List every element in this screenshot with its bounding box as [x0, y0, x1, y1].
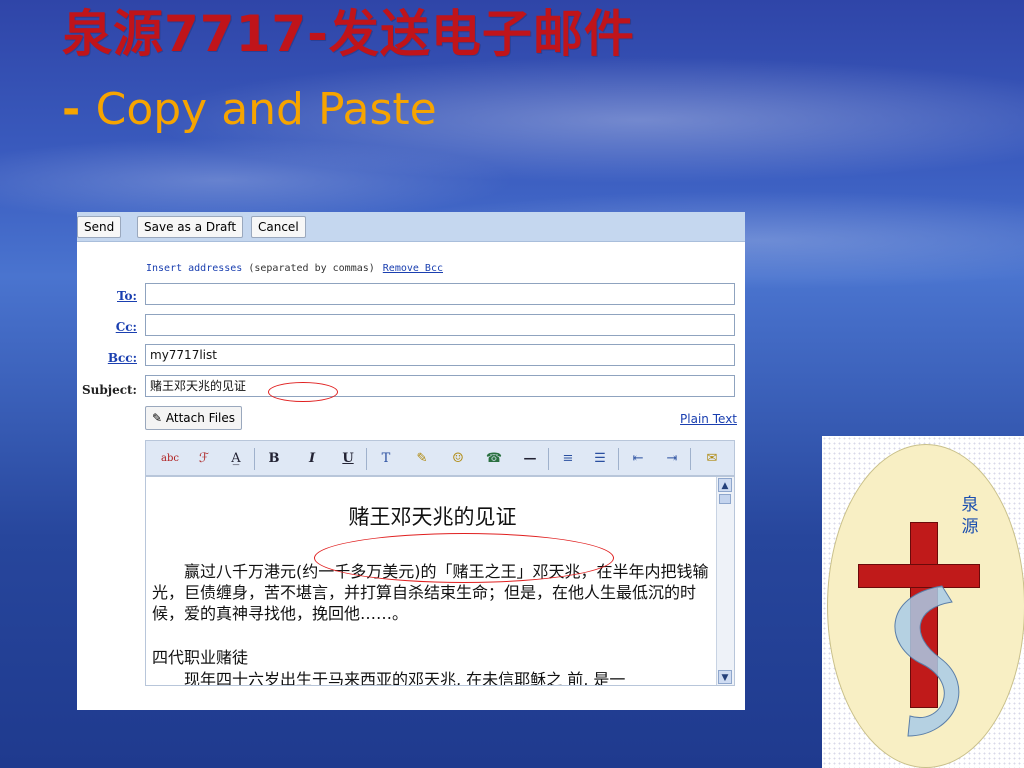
align-icon[interactable]: ≡	[558, 449, 578, 469]
paperclip-icon: ✎	[152, 411, 163, 425]
email-compose-panel: Send Save as a Draft Cancel Insert addre…	[77, 212, 745, 710]
attach-files-button[interactable]: ✎ Attach Files	[145, 406, 243, 430]
underline-icon[interactable]: U	[338, 449, 358, 469]
editor-scrollbar[interactable]: ▲ ▼	[716, 477, 734, 685]
send-button[interactable]: Send	[77, 216, 122, 238]
insert-image-icon[interactable]: ✉	[702, 449, 722, 469]
toolbar-separator	[548, 448, 549, 470]
subtitle-dash: -	[62, 84, 96, 135]
toolbar-separator	[690, 448, 691, 470]
water-stream-icon	[894, 585, 960, 737]
scroll-up-arrow-icon[interactable]: ▲	[718, 478, 732, 492]
attach-files-label: Attach Files	[165, 411, 236, 425]
document-title: 赌王邓天兆的见证	[348, 505, 517, 529]
text-color-icon[interactable]: T	[376, 449, 396, 469]
list-icon[interactable]: ☰	[590, 449, 610, 469]
subject-annotation-ellipse	[268, 382, 338, 402]
cancel-button[interactable]: Cancel	[251, 216, 306, 238]
scroll-down-arrow-icon[interactable]: ▼	[718, 670, 732, 684]
emoticon-icon[interactable]: ☺	[448, 449, 468, 469]
address-hint: Insert addresses (separated by commas) Re…	[146, 263, 443, 274]
cc-field[interactable]	[145, 314, 735, 336]
compose-toolbar: Send Save as a Draft Cancel	[77, 212, 745, 242]
remove-bcc-link[interactable]: Remove Bcc	[383, 263, 443, 274]
outdent-icon[interactable]: ⇤	[628, 449, 648, 469]
document-heading: 四代职业赌徒	[152, 648, 249, 667]
formatting-toolbar: abc ℱ A̲ B I U T ✎ ☺ ☎ — ≡ ☰ ⇤ ⇥ ✉	[145, 440, 735, 476]
toolbar-separator	[254, 448, 255, 470]
slide-title: 泉源7717-发送电子邮件	[62, 5, 635, 63]
insert-addresses-link[interactable]: Insert addresses	[146, 263, 242, 274]
slide-subtitle: - Copy and Paste	[62, 84, 437, 135]
document-paragraph: 现年四十六岁出生于马来西亚的邓天兆, 在未信耶稣之 前, 是一	[152, 670, 626, 686]
subject-label: Subject:	[81, 383, 137, 397]
horizontal-rule-icon[interactable]: —	[520, 449, 540, 469]
subtitle-text: Copy and Paste	[95, 84, 437, 135]
cc-label[interactable]: Cc:	[81, 320, 137, 334]
body-annotation-ellipse	[314, 533, 614, 583]
save-draft-button[interactable]: Save as a Draft	[137, 216, 244, 238]
subject-field[interactable]: 赌王邓天兆的见证	[145, 375, 735, 397]
bcc-field[interactable]: my7717list	[145, 344, 735, 366]
font-size-icon[interactable]: A̲	[226, 449, 246, 469]
link-icon[interactable]: ☎	[484, 449, 504, 469]
scroll-thumb[interactable]	[719, 494, 731, 504]
italic-icon[interactable]: I	[302, 449, 322, 469]
bold-icon[interactable]: B	[264, 449, 284, 469]
font-icon[interactable]: ℱ	[194, 449, 214, 469]
toolbar-separator	[618, 448, 619, 470]
bcc-label[interactable]: Bcc:	[81, 351, 137, 365]
indent-icon[interactable]: ⇥	[662, 449, 682, 469]
toolbar-separator	[366, 448, 367, 470]
to-label[interactable]: To:	[81, 289, 137, 303]
hint-text: (separated by commas)	[242, 263, 375, 274]
to-field[interactable]	[145, 283, 735, 305]
spring-logo: 泉 源	[822, 436, 1024, 768]
plain-text-link[interactable]: Plain Text	[680, 412, 737, 426]
spellcheck-icon[interactable]: abc	[160, 449, 180, 469]
highlight-icon[interactable]: ✎	[412, 449, 432, 469]
